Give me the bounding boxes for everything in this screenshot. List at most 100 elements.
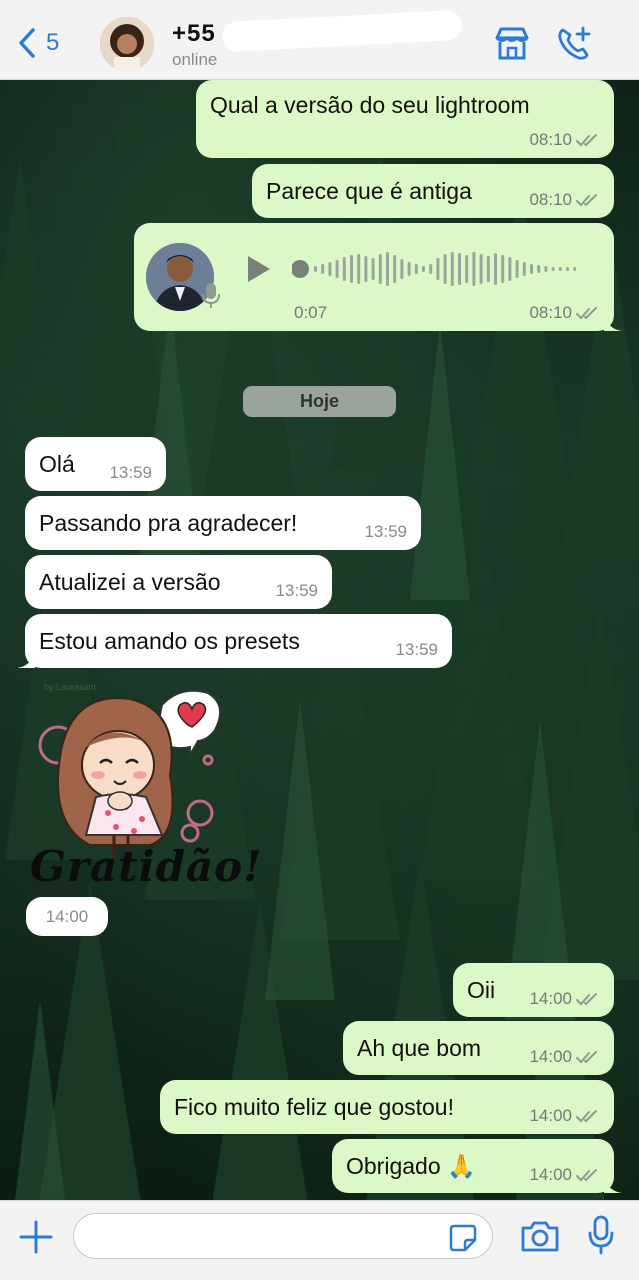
double-check-icon [576, 1110, 597, 1123]
message-meta: 08:10 [529, 130, 600, 150]
message-meta: 14:00 [529, 989, 600, 1009]
waveform-bar [458, 253, 461, 285]
plus-icon[interactable] [18, 1219, 54, 1255]
waveform-bar [350, 255, 353, 283]
message-bubble-incoming[interactable]: Olá 13:59 [25, 437, 166, 491]
double-check-icon [576, 993, 597, 1006]
message-meta: 14:00 [529, 1047, 600, 1067]
waveform-bar [522, 262, 526, 276]
chat-header: 5 +55 online [0, 0, 639, 80]
waveform-bar [573, 267, 577, 271]
voice-duration: 0:07 [294, 303, 328, 322]
waveform-bar [494, 253, 497, 285]
waveform-bar [335, 260, 339, 278]
waveform-bar [479, 254, 483, 284]
message-bubble-outgoing[interactable]: Oii 14:00 [453, 963, 614, 1017]
message-bubble-outgoing[interactable]: Obrigado 🙏 14:00 [332, 1139, 622, 1193]
bubble-tail [17, 652, 35, 668]
message-bubble-outgoing[interactable]: Qual a versão do seu lightroom 08:10 [196, 80, 614, 158]
waveform-bar [486, 256, 490, 282]
playhead[interactable] [292, 260, 309, 278]
date-divider: Hoje [243, 386, 396, 417]
waveform-bar [393, 255, 397, 283]
waveform-bar [321, 264, 325, 274]
waveform-bar [465, 255, 469, 283]
audio-waveform[interactable] [292, 249, 588, 289]
message-bubble-outgoing[interactable]: Parece que é antiga 08:10 [252, 164, 614, 218]
message-text: Qual a versão do seu lightroom [210, 92, 530, 118]
waveform-bar [530, 264, 533, 274]
waveform-bar [566, 267, 569, 271]
message-time: 08:10 [529, 190, 572, 209]
waveform-bar [386, 252, 389, 286]
message-meta: 14:00 [529, 1165, 600, 1185]
message-text: Parece que é antiga [266, 177, 472, 204]
microphone-icon[interactable] [587, 1215, 615, 1255]
double-check-icon [576, 307, 597, 320]
message-text: Atualizei a versão [39, 568, 221, 595]
waveform-bar [407, 262, 411, 276]
add-call-icon[interactable] [555, 24, 595, 64]
sticker-icon[interactable] [448, 1223, 478, 1253]
double-check-icon [576, 194, 597, 207]
store-icon[interactable] [492, 24, 532, 64]
message-input[interactable] [90, 1214, 450, 1258]
message-time: 08:10 [529, 303, 572, 322]
camera-icon[interactable] [520, 1219, 560, 1253]
message-text: Passando pra agradecer! [39, 509, 298, 536]
waveform-bar [371, 258, 375, 280]
waveform-bar [537, 265, 541, 273]
waveform-bar [501, 255, 505, 283]
voice-message-bubble[interactable]: 0:07 08:10 [134, 223, 622, 331]
waveform-bar [551, 267, 555, 271]
waveform-bar [364, 256, 368, 282]
waveform-bar [422, 266, 425, 272]
message-time: 14:00 [529, 989, 572, 1008]
double-check-icon [576, 1169, 597, 1182]
message-text: Ah que bom [357, 1034, 482, 1061]
waveform-bar [436, 258, 440, 280]
contact-name[interactable]: +55 [172, 20, 216, 48]
waveform-bar [342, 257, 346, 281]
contact-avatar[interactable] [100, 17, 154, 71]
message-text: Estou amando os presets [39, 627, 300, 654]
waveform-bar [544, 266, 548, 272]
contact-status: online [172, 50, 218, 69]
waveform-bar [429, 264, 433, 274]
back-button[interactable]: 5 [18, 28, 59, 58]
bubble-tail [604, 1177, 622, 1193]
double-check-icon [576, 134, 597, 147]
waveform-bar [515, 260, 519, 278]
sticker-caption: Gratidão! [30, 842, 263, 891]
message-bubble-incoming[interactable]: Atualizei a versão 13:59 [25, 555, 332, 609]
message-time: 14:00 [45, 906, 89, 926]
message-time: 13:59 [364, 522, 407, 541]
message-text: Oii [467, 976, 496, 1003]
play-icon[interactable] [242, 253, 274, 285]
message-time: 13:59 [275, 581, 318, 600]
message-bubble-incoming[interactable]: Estou amando os presets 13:59 [17, 614, 452, 668]
message-time: 08:10 [529, 130, 572, 149]
waveform-bar [414, 264, 418, 274]
message-bubble-outgoing[interactable]: Ah que bom 14:00 [343, 1021, 614, 1075]
waveform-bar [558, 267, 562, 271]
waveform-bar [450, 252, 454, 286]
chevron-left-icon [19, 28, 35, 58]
message-meta: 14:00 [529, 1106, 600, 1126]
message-bubble-incoming[interactable]: Passando pra agradecer! 13:59 [25, 496, 421, 550]
waveform-bar [314, 266, 317, 272]
message-meta: 08:10 [529, 303, 600, 323]
waveform-bar [443, 254, 447, 284]
waveform-bar [328, 262, 332, 276]
message-time: 13:59 [109, 463, 152, 482]
microphone-icon [202, 283, 220, 308]
contact-photo [100, 17, 154, 71]
message-time: 14:00 [529, 1106, 572, 1125]
waveform-bar [472, 252, 476, 286]
waveform-bar [400, 259, 404, 279]
message-time: 14:00 [529, 1047, 572, 1066]
message-time: 13:59 [395, 640, 438, 659]
message-bubble-outgoing[interactable]: Fico muito feliz que gostou! 14:00 [160, 1080, 614, 1134]
back-unread-count: 5 [46, 29, 60, 56]
message-text: Fico muito feliz que gostou! [174, 1093, 454, 1120]
